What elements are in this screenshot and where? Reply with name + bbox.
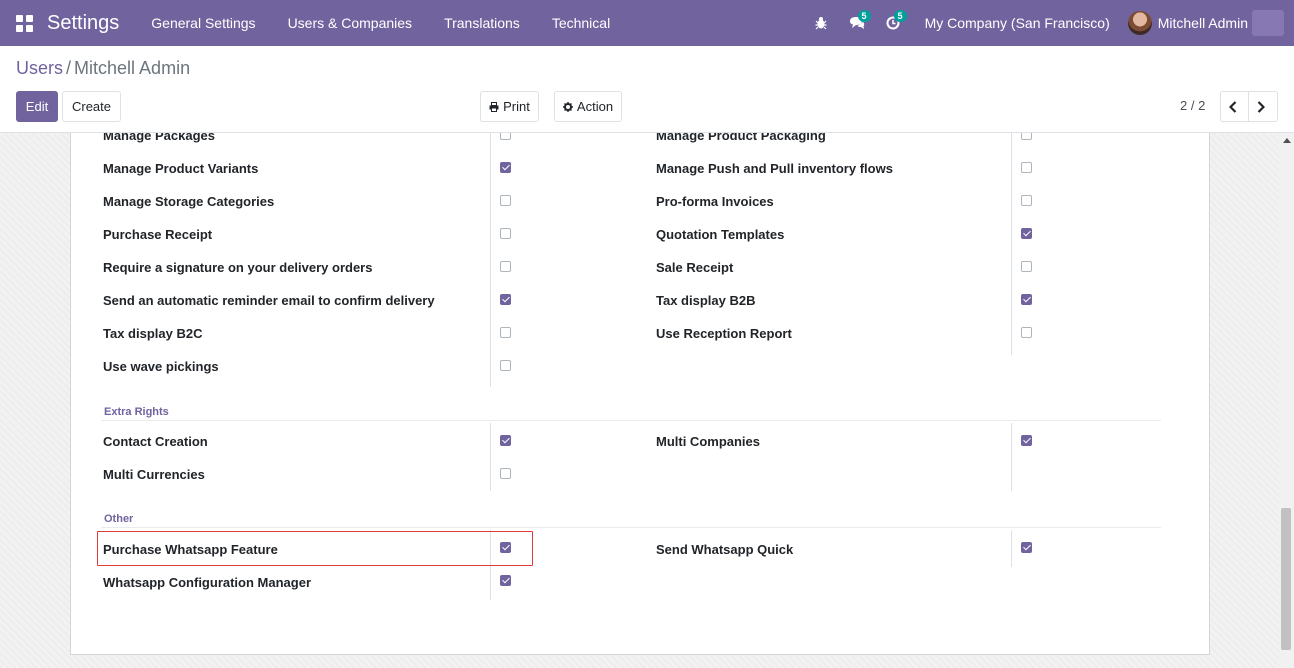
right-label: Send Whatsapp Quick: [656, 542, 794, 557]
right-checkbox[interactable]: [1021, 327, 1032, 338]
right-label: Whatsapp Configuration Manager: [103, 575, 311, 590]
scroll-thumb[interactable]: [1281, 508, 1291, 650]
company-switcher[interactable]: My Company (San Francisco): [911, 15, 1128, 31]
right-checkbox[interactable]: [500, 228, 511, 239]
bug-icon[interactable]: [803, 0, 839, 46]
right-label: Require a signature on your delivery ord…: [103, 260, 373, 275]
menu-general-settings[interactable]: General Settings: [135, 0, 271, 46]
right-checkbox[interactable]: [1021, 542, 1032, 553]
menu-technical[interactable]: Technical: [536, 0, 626, 46]
right-label: Multi Companies: [656, 434, 761, 449]
edit-button[interactable]: Edit: [16, 91, 58, 122]
pager-next-button[interactable]: [1248, 91, 1278, 122]
right-checkbox[interactable]: [500, 327, 511, 338]
right-checkbox[interactable]: [1021, 133, 1032, 140]
right-checkbox[interactable]: [500, 294, 511, 305]
scroll-up-icon[interactable]: [1283, 138, 1291, 143]
column-divider: [1011, 530, 1012, 567]
action-button[interactable]: Action: [554, 91, 622, 122]
right-label: Send an automatic reminder email to conf…: [103, 293, 435, 308]
chevron-right-icon: [1257, 100, 1265, 113]
user-chip[interactable]: [1252, 10, 1284, 36]
gear-icon: [562, 101, 573, 112]
right-checkbox[interactable]: [500, 360, 511, 371]
right-checkbox[interactable]: [500, 261, 511, 272]
avatar[interactable]: [1127, 11, 1152, 35]
right-label: Manage Product Packaging: [656, 133, 826, 143]
print-icon: [489, 101, 499, 112]
right-label: Quotation Templates: [656, 227, 785, 242]
purchase-whatsapp-checkbox[interactable]: [500, 542, 511, 553]
right-checkbox[interactable]: [1021, 261, 1032, 272]
breadcrumb: Users / Mitchell Admin: [16, 58, 190, 79]
group-separator: [101, 527, 1161, 528]
systray: 5 5 My Company (San Francisco) Mitchell …: [803, 0, 1294, 46]
right-checkbox[interactable]: [500, 195, 511, 206]
column-divider: [1011, 423, 1012, 491]
group-separator: [101, 420, 1161, 421]
right-label: Pro-forma Invoices: [656, 194, 774, 209]
user-name[interactable]: Mitchell Admin: [1158, 15, 1248, 31]
form-sheet: Manage Packages Manage Product Variants …: [70, 133, 1210, 655]
right-label: Use wave pickings: [103, 359, 219, 374]
print-label: Print: [503, 99, 530, 114]
right-label: Tax display B2B: [656, 293, 756, 308]
right-checkbox[interactable]: [1021, 228, 1032, 239]
column-divider: [490, 423, 491, 491]
breadcrumb-current: Mitchell Admin: [74, 58, 191, 78]
right-label: Multi Currencies: [103, 467, 205, 482]
group-title-other: Other: [104, 513, 134, 525]
control-panel: Users / Mitchell Admin Edit Create Print A…: [0, 46, 1294, 133]
menu-users-companies[interactable]: Users & Companies: [272, 0, 429, 46]
breadcrumb-separator: /: [66, 58, 72, 78]
right-label: Tax display B2C: [103, 326, 203, 341]
column-divider: [490, 133, 491, 387]
menu-translations[interactable]: Translations: [428, 0, 536, 46]
right-checkbox[interactable]: [1021, 294, 1032, 305]
right-checkbox[interactable]: [1021, 435, 1032, 446]
right-checkbox[interactable]: [500, 435, 511, 446]
right-label: Use Reception Report: [656, 326, 792, 341]
right-checkbox[interactable]: [1021, 195, 1032, 206]
right-label: Contact Creation: [103, 434, 208, 449]
pager-previous-button[interactable]: [1220, 91, 1249, 122]
scrollbar[interactable]: [1279, 133, 1294, 668]
breadcrumb-users-link[interactable]: Users: [16, 58, 63, 78]
group-title-extra-rights: Extra Rights: [104, 406, 169, 418]
right-checkbox[interactable]: [500, 133, 511, 140]
right-label: Sale Receipt: [656, 260, 734, 275]
action-label: Action: [576, 99, 614, 114]
chat-icon[interactable]: 5: [839, 0, 875, 46]
messages-badge: 5: [857, 10, 871, 22]
apps-grid-icon[interactable]: [0, 0, 48, 46]
clock-icon[interactable]: 5: [875, 0, 911, 46]
app-title[interactable]: Settings: [47, 12, 119, 35]
pager-value[interactable]: 2 / 2: [1180, 98, 1205, 113]
right-label: Manage Product Variants: [103, 161, 259, 176]
right-label: Purchase Whatsapp Feature: [103, 542, 278, 557]
right-label: Manage Storage Categories: [103, 194, 275, 209]
activity-badge: 5: [893, 10, 907, 22]
right-checkbox[interactable]: [500, 162, 511, 173]
chevron-left-icon: [1228, 100, 1236, 113]
right-checkbox[interactable]: [500, 575, 511, 586]
right-checkbox[interactable]: [500, 468, 511, 479]
right-label: Manage Packages: [103, 133, 216, 143]
form-content: Manage Packages Manage Product Variants …: [0, 133, 1294, 668]
right-checkbox[interactable]: [1021, 162, 1032, 173]
right-label: Manage Push and Pull inventory flows: [656, 161, 893, 176]
create-button[interactable]: Create: [62, 91, 121, 122]
user-menu[interactable]: Mitchell Admin: [1127, 10, 1294, 36]
column-divider: [1011, 133, 1012, 355]
print-button[interactable]: Print: [480, 91, 539, 122]
main-menu: General Settings Users & Companies Trans…: [135, 0, 626, 46]
top-navbar: Settings General Settings Users & Compan…: [0, 0, 1294, 46]
right-label: Purchase Receipt: [103, 227, 213, 242]
